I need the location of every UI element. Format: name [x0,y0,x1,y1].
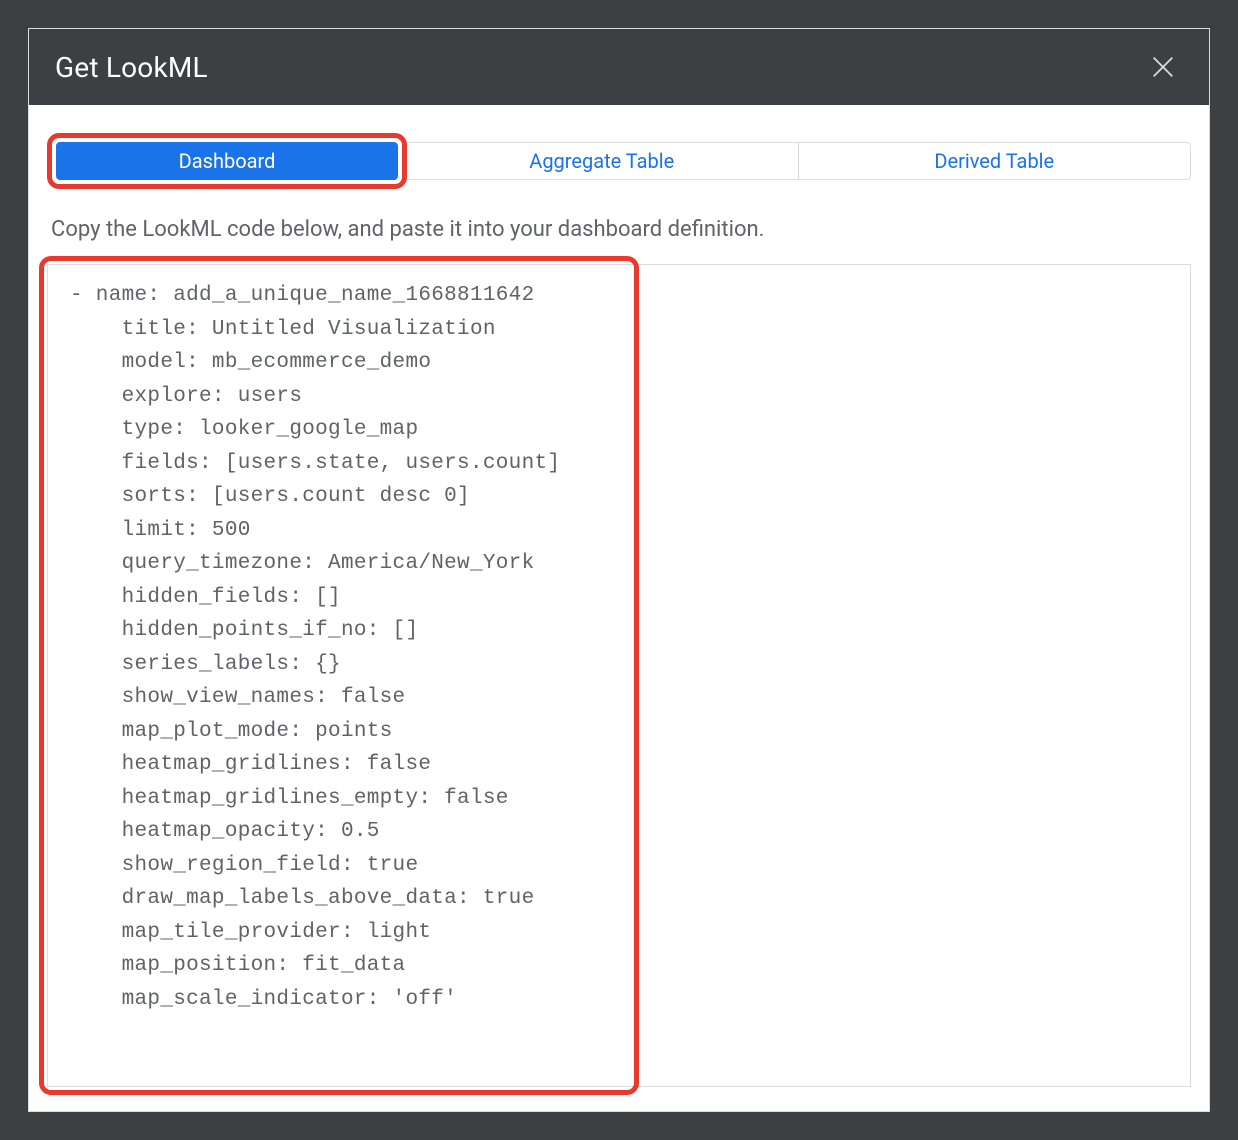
code-textarea[interactable]: - name: add_a_unique_name_1668811642 tit… [47,264,1191,1087]
modal-body: Dashboard Aggregate Table Derived Table … [29,105,1209,1111]
modal-header: Get LookML [29,29,1209,105]
tab-derived-table[interactable]: Derived Table [799,142,1192,180]
modal-title: Get LookML [55,51,208,84]
tab-row: Dashboard Aggregate Table Derived Table [47,133,1191,189]
instruction-text: Copy the LookML code below, and paste it… [47,217,1191,242]
close-icon[interactable] [1143,47,1183,87]
tab-aggregate-table[interactable]: Aggregate Table [406,142,799,180]
code-content[interactable]: - name: add_a_unique_name_1668811642 tit… [70,279,1182,1016]
tab-dashboard[interactable]: Dashboard [56,142,398,180]
tab-dashboard-highlight: Dashboard [47,133,407,189]
code-area: - name: add_a_unique_name_1668811642 tit… [47,264,1191,1087]
get-lookml-modal: Get LookML Dashboard Aggregate Table Der… [28,28,1210,1112]
